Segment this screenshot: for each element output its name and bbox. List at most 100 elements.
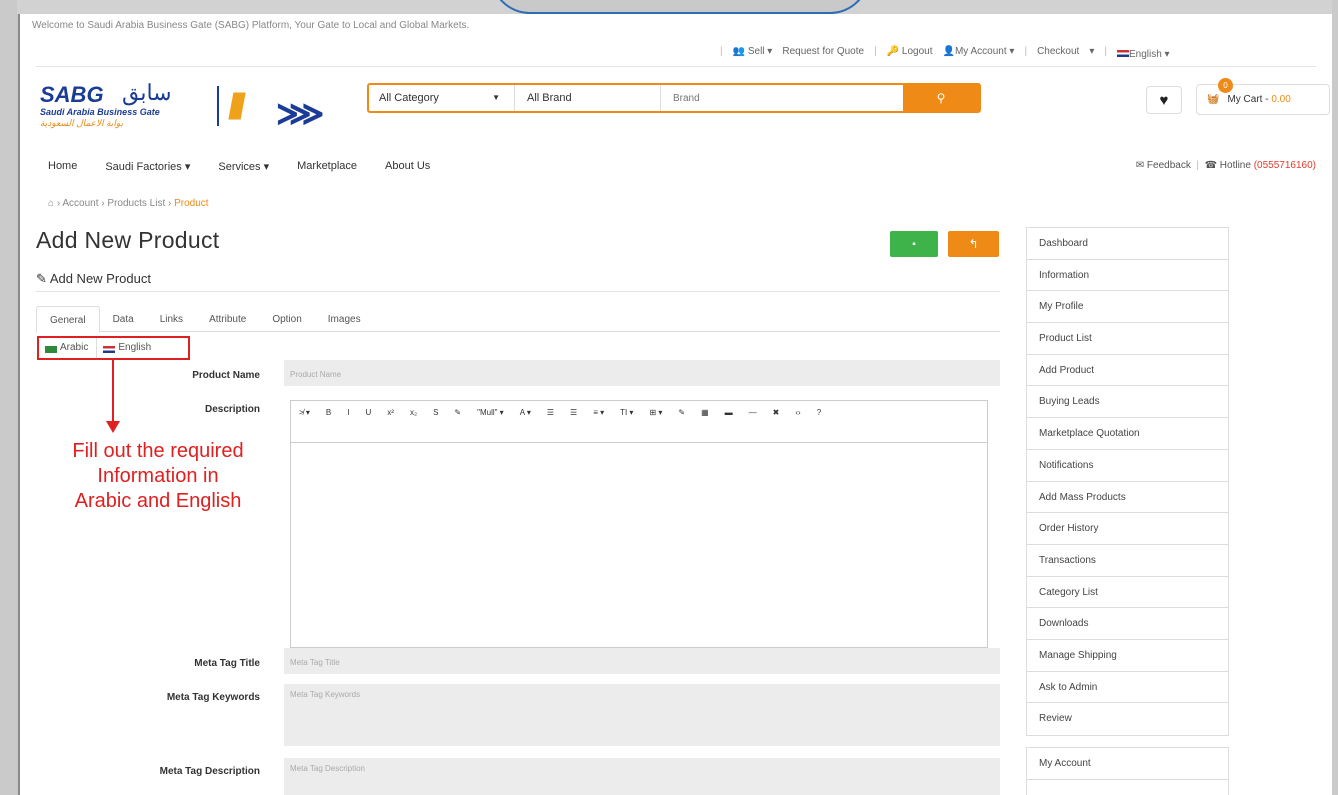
tab-general[interactable]: General xyxy=(36,306,100,333)
checkout-link[interactable]: Checkout xyxy=(1037,46,1079,60)
divider: | xyxy=(1024,46,1028,57)
nav-services[interactable]: Services ▾ xyxy=(218,160,269,173)
sidebar-item-marketplace-quotation[interactable]: Marketplace Quotation xyxy=(1027,418,1228,450)
nav-marketplace[interactable]: Marketplace xyxy=(297,160,357,173)
sidebar-item-notifications[interactable]: Notifications xyxy=(1027,450,1228,482)
page-title: Add New Product xyxy=(36,227,220,253)
tab-option[interactable]: Option xyxy=(259,306,314,332)
sidebar-item-review[interactable]: Review xyxy=(1027,703,1228,735)
toolbar-button[interactable]: ▦ xyxy=(701,405,709,421)
divider xyxy=(36,291,1000,292)
toolbar-button[interactable]: ✎ xyxy=(678,405,685,421)
toolbar-button[interactable]: U xyxy=(366,405,372,421)
toolbar-button[interactable]: ☰ xyxy=(570,405,577,421)
product-name-input[interactable]: Product Name xyxy=(284,360,1000,386)
tab-english[interactable]: English xyxy=(96,338,159,358)
brand-input[interactable] xyxy=(661,85,903,111)
sidebar-item-add-product[interactable]: Add Product xyxy=(1027,355,1228,387)
description-editor[interactable]: ≯ ▾ B I Ux² x₂ S ✎ "Mull" ▾ A ▾ ☰ ☰ ≡ ▾ TI ▾ ⊞ ▾ ✎ ▦ ▬ — ✖… xyxy=(290,400,988,653)
window-right-frame xyxy=(1332,0,1338,795)
sidebar-item-buying-leads[interactable]: Buying Leads xyxy=(1027,386,1228,419)
sell-link[interactable]: 👥 Sell ▾ xyxy=(733,46,773,60)
saudi-flag-icon xyxy=(45,346,57,353)
toolbar-button[interactable]: TI ▾ xyxy=(620,405,633,421)
meta-description-input[interactable]: Meta Tag Description xyxy=(284,758,1000,795)
sidebar-item-add-mass-products[interactable]: Add Mass Products xyxy=(1027,482,1228,514)
meta-keywords-input[interactable]: Meta Tag Keywords xyxy=(284,684,1000,746)
callout-shape xyxy=(490,0,870,14)
toolbar-button[interactable]: ✎ xyxy=(454,405,461,421)
toolbar-button[interactable]: B xyxy=(326,405,331,421)
toolbar-button[interactable]: ▬ xyxy=(725,405,733,421)
category-select[interactable]: All Category ▼ xyxy=(369,85,515,111)
wishlist-button[interactable]: ♥ xyxy=(1146,86,1182,114)
toolbar-button[interactable]: A ▾ xyxy=(520,405,531,421)
sidebar-item-product-list[interactable]: Product List xyxy=(1027,323,1228,355)
uk-flag-icon xyxy=(103,346,116,353)
annotation-note: Fill out the required Information in Ara… xyxy=(30,439,286,514)
toolbar-button[interactable]: ✖ xyxy=(773,405,780,421)
cart-label: My Cart xyxy=(1227,94,1263,105)
divider: | xyxy=(720,46,723,57)
product-name-label: Product Name xyxy=(192,370,260,381)
meta-title-input[interactable]: Meta Tag Title xyxy=(284,648,1000,674)
welcome-text: Welcome to Saudi Arabia Business Gate (S… xyxy=(32,20,470,31)
my-account-link[interactable]: 👤My Account ▾ xyxy=(943,46,1015,60)
sidebar-item-downloads[interactable]: Downloads xyxy=(1027,608,1228,640)
tab-data[interactable]: Data xyxy=(100,306,147,332)
logout-link[interactable]: 🔑 Logout xyxy=(887,46,933,60)
sidebar-item-manage-shipping[interactable]: Manage Shipping xyxy=(1027,640,1228,672)
language-select[interactable]: English ▾ xyxy=(1116,46,1170,60)
toolbar-button[interactable]: ‹› xyxy=(795,405,800,421)
logo-subtitle-ar: بوابة الاعمال السعودية xyxy=(40,118,124,128)
basket-icon: 🧺 xyxy=(1207,94,1220,105)
sidebar-item-my-account[interactable]: My Account xyxy=(1027,748,1228,780)
toolbar-button[interactable]: "Mull" ▾ xyxy=(477,405,504,421)
hotline-link[interactable]: ☎ Hotline (0555716160) xyxy=(1205,160,1316,171)
sabg-logo[interactable]: SABG سابق Saudi Arabia Business Gate بوا… xyxy=(38,80,338,142)
annotation-arrow-line xyxy=(112,360,114,424)
tab-links[interactable]: Links xyxy=(147,306,196,332)
sidebar-item-information[interactable]: Information xyxy=(1027,260,1228,292)
toolbar-button[interactable]: x₂ xyxy=(410,405,417,421)
home-icon[interactable]: ⌂ xyxy=(48,198,54,209)
toolbar-button[interactable]: ? xyxy=(817,405,821,421)
toolbar-button[interactable]: — xyxy=(749,405,757,421)
sidebar-item-transactions[interactable]: Transactions xyxy=(1027,545,1228,577)
sidebar-item-dashboard[interactable]: Dashboard xyxy=(1027,228,1228,260)
sidebar-item-ask-to-admin[interactable]: Ask to Admin xyxy=(1027,672,1228,704)
sidebar-item-order-history[interactable]: Order History xyxy=(1027,513,1228,545)
toolbar-button[interactable]: I xyxy=(347,405,349,421)
rfq-link[interactable]: Request for Quote xyxy=(782,46,864,60)
search-button[interactable]: ⚲ xyxy=(903,85,979,111)
toolbar-button[interactable]: x² xyxy=(387,405,394,421)
feedback-link[interactable]: ✉ Feedback xyxy=(1136,160,1191,171)
breadcrumb-products-list[interactable]: Products List xyxy=(107,198,165,209)
logo-en: SABG xyxy=(40,82,104,107)
toolbar-button[interactable]: ⊞ ▾ xyxy=(649,405,662,421)
save-button[interactable]: ▪ xyxy=(890,231,938,257)
nav-about-us[interactable]: About Us xyxy=(385,160,430,173)
meta-keywords-label: Meta Tag Keywords xyxy=(166,692,260,703)
sidebar-item-category-list[interactable]: Category List xyxy=(1027,577,1228,609)
brand-select[interactable]: All Brand xyxy=(515,85,661,111)
hotline-number: (0555716160) xyxy=(1253,160,1316,171)
tab-images[interactable]: Images xyxy=(315,306,374,332)
nav-home[interactable]: Home xyxy=(48,160,77,173)
tab-attribute[interactable]: Attribute xyxy=(196,306,259,332)
toolbar-button[interactable]: ≡ ▾ xyxy=(593,405,604,421)
description-label: Description xyxy=(204,404,260,415)
section-subtitle: ✎ Add New Product xyxy=(36,271,151,287)
chevron-down-icon[interactable]: ▾ xyxy=(1089,46,1094,60)
toolbar-button[interactable]: ≯ ▾ xyxy=(299,405,310,421)
toolbar-button[interactable]: S xyxy=(433,405,438,421)
sidebar-item-my-profile[interactable]: My Profile xyxy=(1027,291,1228,324)
cart-button[interactable]: 0 🧺 My Cart - 0.00 xyxy=(1196,78,1330,115)
divider: | xyxy=(874,46,877,57)
nav-saudi-factories[interactable]: Saudi Factories ▾ xyxy=(105,160,190,173)
breadcrumb-account[interactable]: Account xyxy=(62,198,98,209)
back-button[interactable]: ↰ xyxy=(948,231,999,257)
tab-arabic[interactable]: Arabic xyxy=(39,338,96,358)
search-bar: All Category ▼ All Brand ⚲ xyxy=(367,83,981,113)
toolbar-button[interactable]: ☰ xyxy=(547,405,554,421)
